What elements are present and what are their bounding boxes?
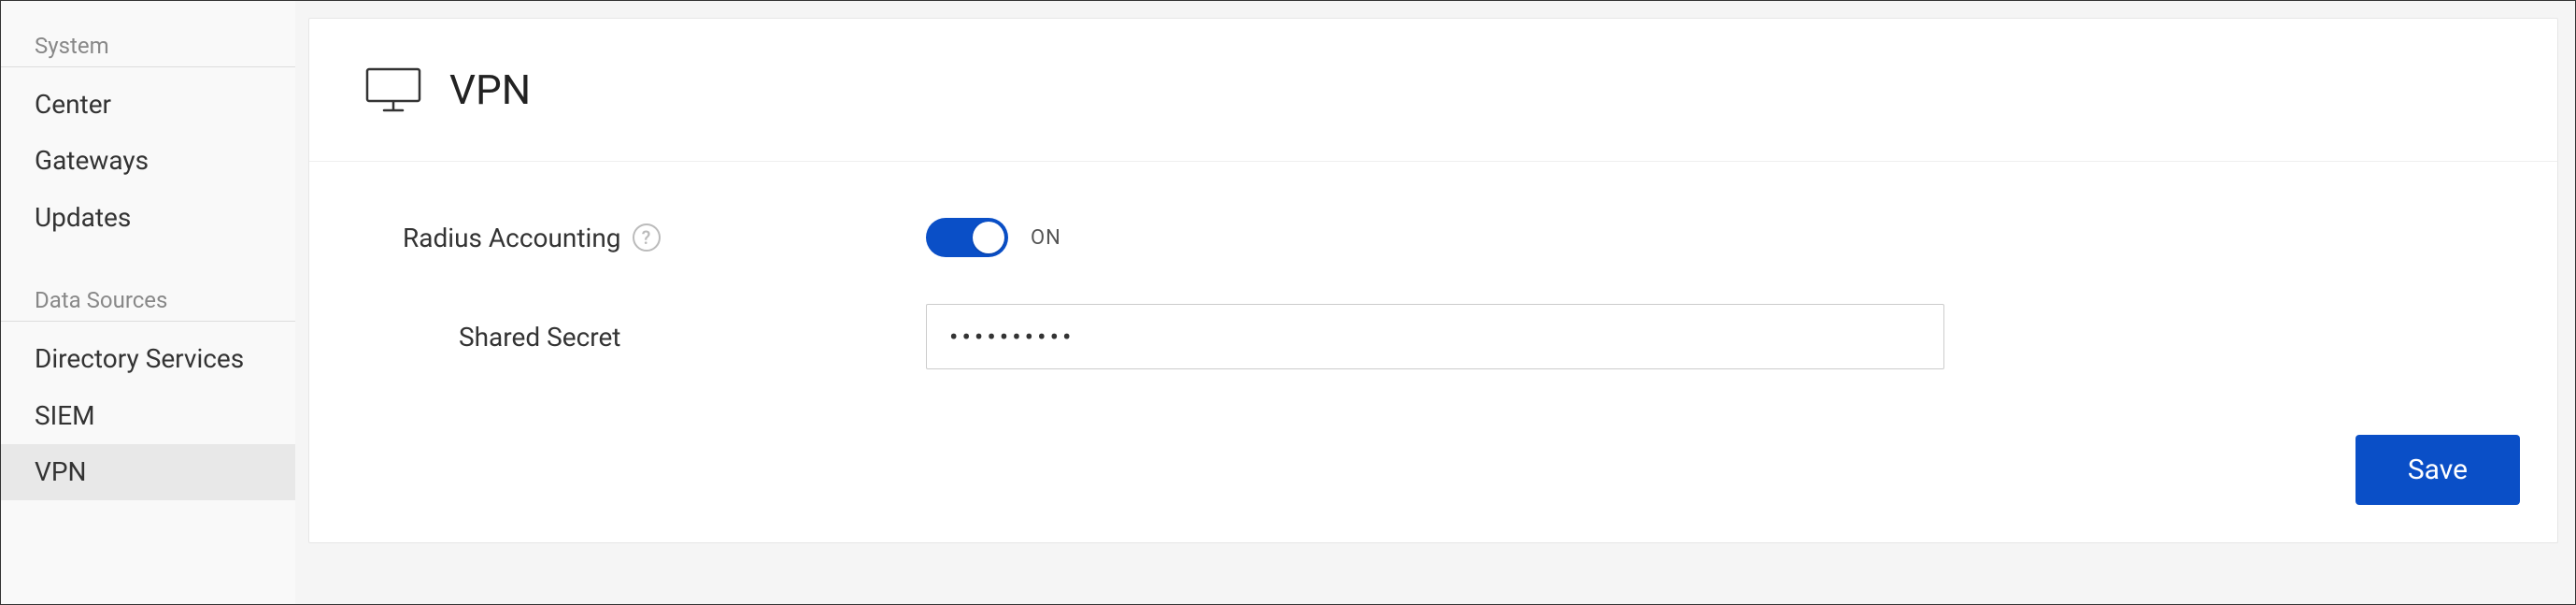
row-radius-accounting: Radius Accounting ? ON xyxy=(365,218,2501,257)
radius-accounting-label: Radius Accounting xyxy=(403,223,621,253)
sidebar: System Center Gateways Updates Data Sour… xyxy=(1,1,295,604)
radius-accounting-label-col: Radius Accounting ? xyxy=(365,223,926,253)
sidebar-item-label: Updates xyxy=(35,202,131,233)
sidebar-item-directory-services[interactable]: Directory Services xyxy=(1,331,295,387)
sidebar-group-data-sources: Data Sources xyxy=(1,283,295,322)
sidebar-item-label: Gateways xyxy=(35,145,149,176)
toggle-state-label: ON xyxy=(1031,226,1061,250)
save-button[interactable]: Save xyxy=(2355,435,2520,505)
sidebar-item-center[interactable]: Center xyxy=(1,77,295,133)
shared-secret-label: Shared Secret xyxy=(459,322,620,353)
toggle-knob xyxy=(973,222,1004,253)
sidebar-item-siem[interactable]: SIEM xyxy=(1,388,295,444)
main-panel: VPN Radius Accounting ? ON xyxy=(295,1,2575,604)
sidebar-item-label: Directory Services xyxy=(35,343,244,374)
sidebar-item-label: SIEM xyxy=(35,400,95,431)
card-header: VPN xyxy=(309,19,2557,162)
card-footer: Save xyxy=(309,435,2557,542)
monitor-icon xyxy=(365,67,421,112)
shared-secret-label-col: Shared Secret xyxy=(365,322,926,353)
sidebar-item-label: VPN xyxy=(35,456,86,487)
sidebar-item-gateways[interactable]: Gateways xyxy=(1,133,295,189)
radius-accounting-toggle[interactable] xyxy=(926,218,1008,257)
page-title: VPN xyxy=(449,65,531,114)
card-body: Radius Accounting ? ON Shared Secret xyxy=(309,162,2557,435)
sidebar-group-system: System xyxy=(1,29,295,67)
sidebar-item-label: Center xyxy=(35,89,111,120)
help-icon[interactable]: ? xyxy=(633,223,661,252)
shared-secret-input[interactable] xyxy=(926,304,1944,369)
settings-card: VPN Radius Accounting ? ON xyxy=(308,18,2558,543)
sidebar-item-updates[interactable]: Updates xyxy=(1,190,295,246)
row-shared-secret: Shared Secret xyxy=(365,304,2501,369)
sidebar-item-vpn[interactable]: VPN xyxy=(1,444,295,500)
